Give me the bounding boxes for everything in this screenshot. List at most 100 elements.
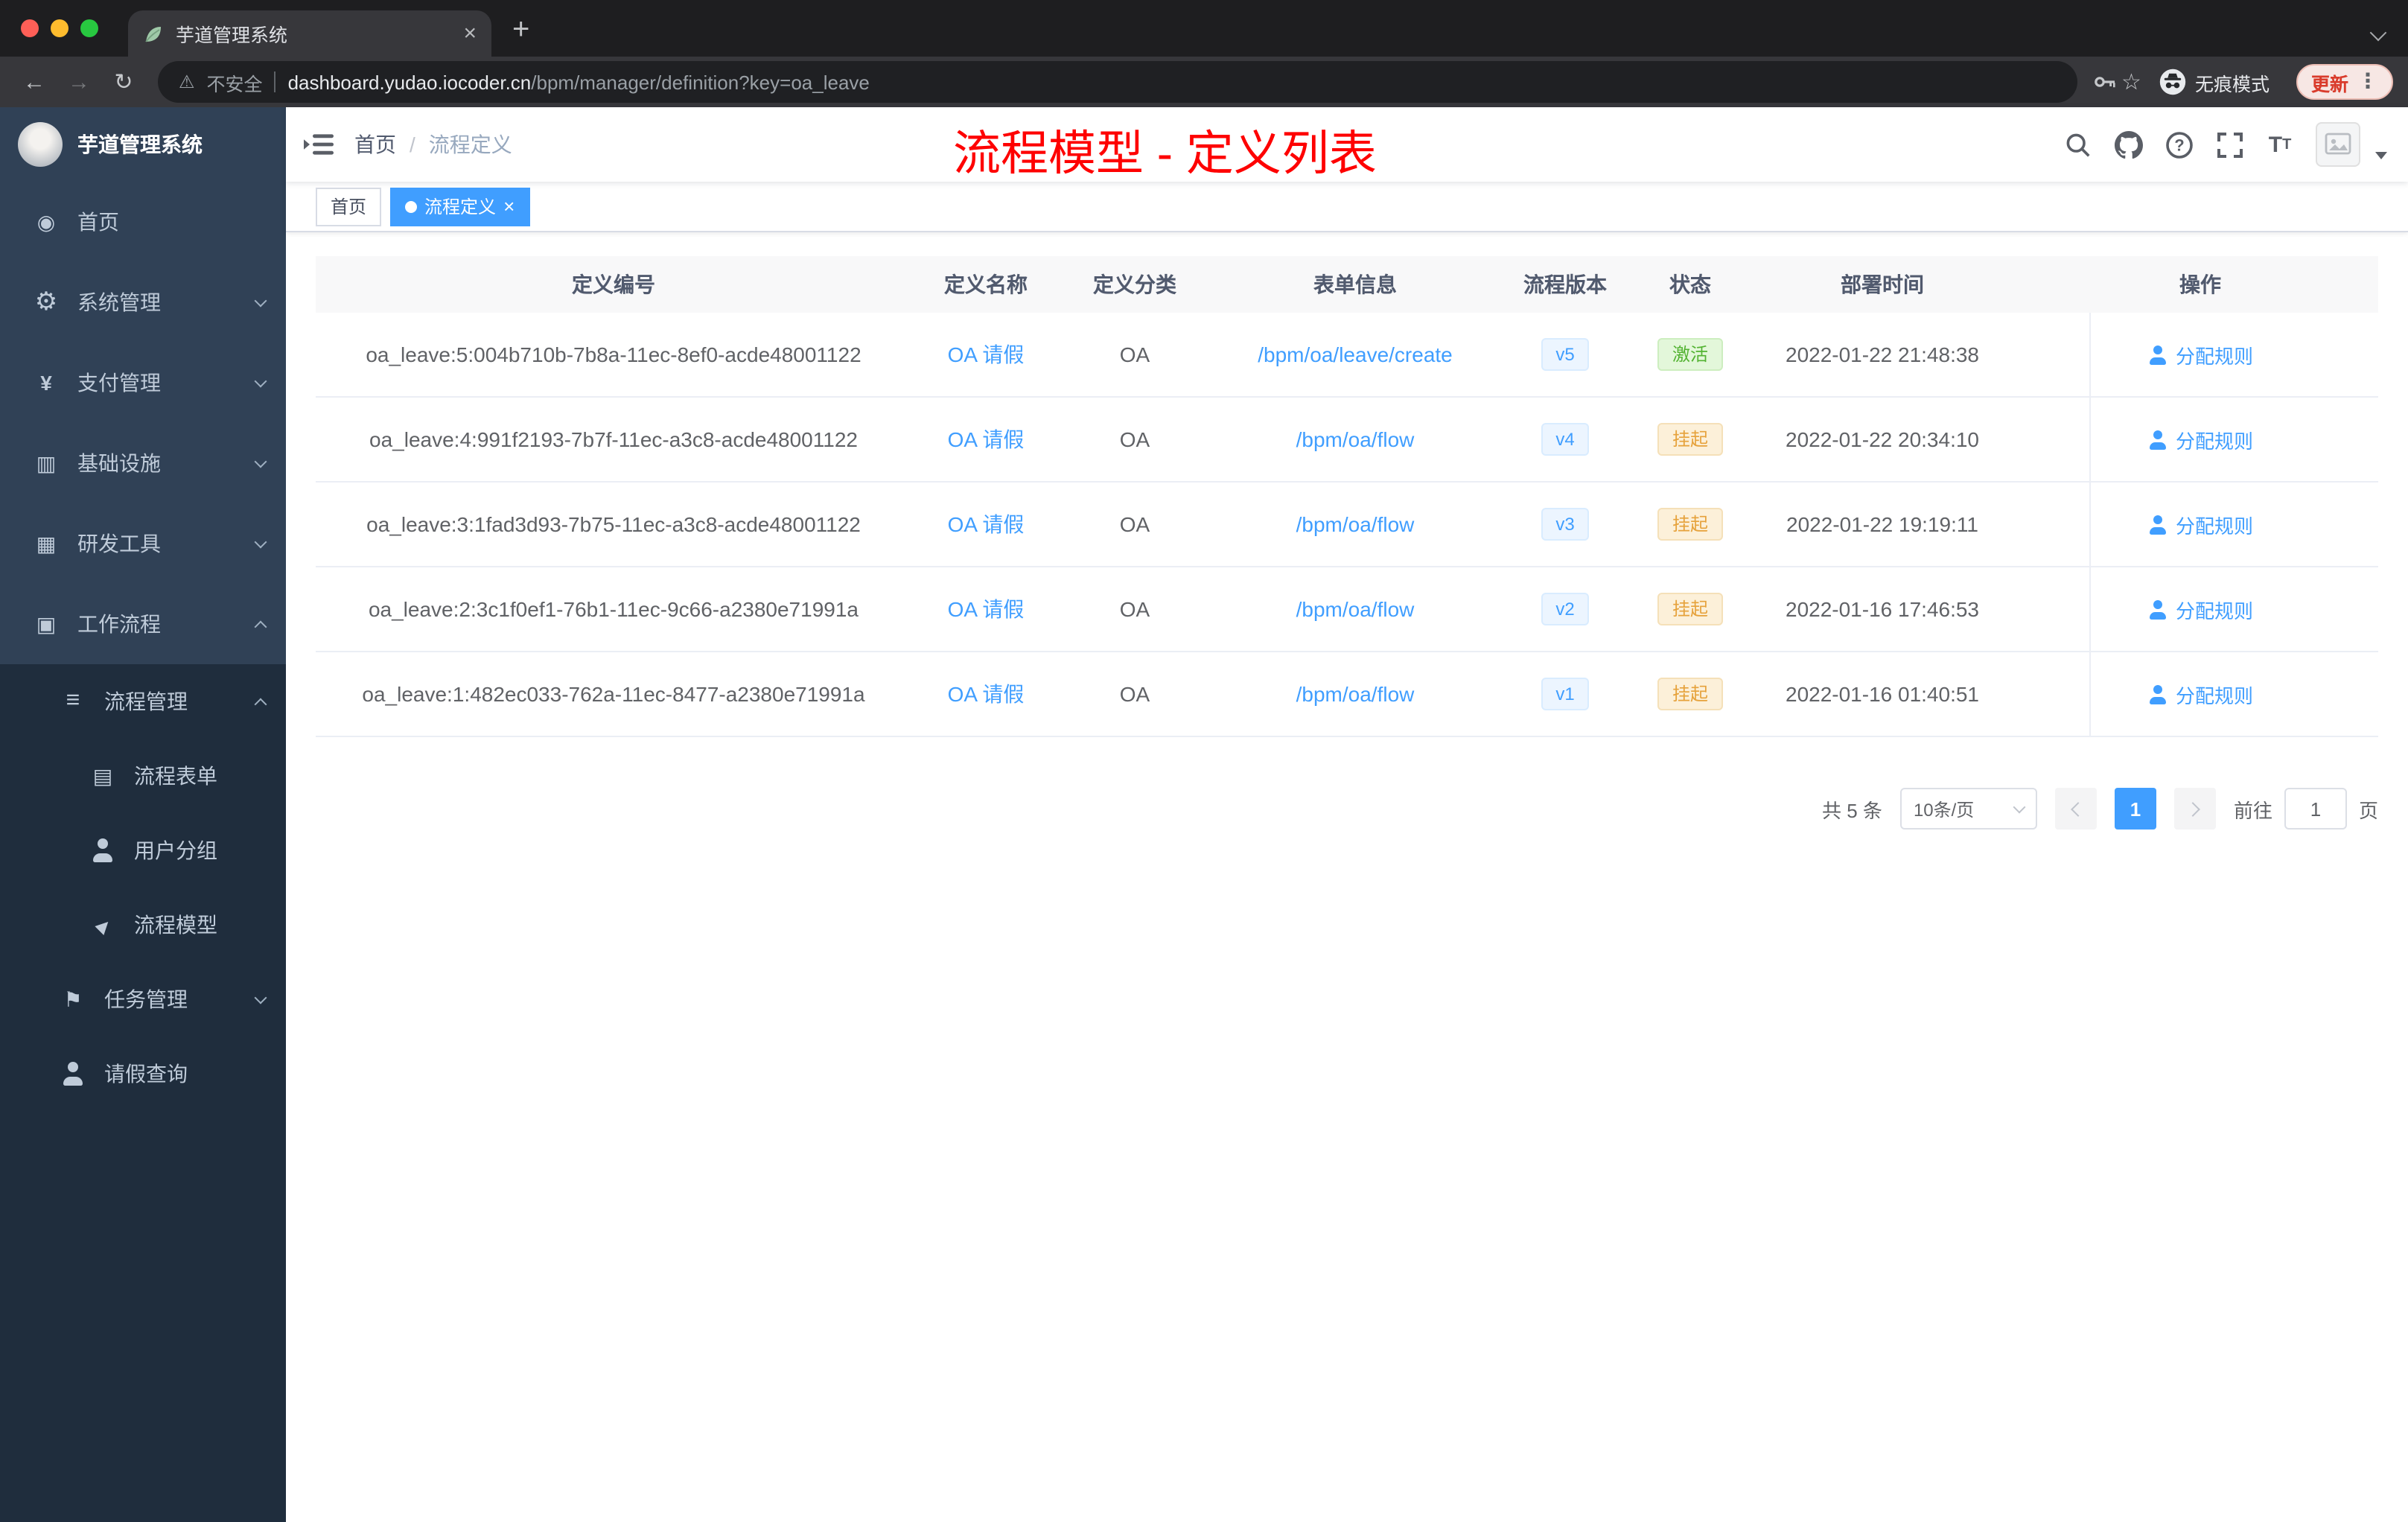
form-link[interactable]: /bpm/oa/flow [1296, 682, 1415, 706]
hamburger-icon[interactable] [286, 131, 354, 158]
sidebar-menu-item[interactable]: 支付管理 [0, 343, 286, 423]
search-icon[interactable] [2063, 130, 2092, 159]
definition-name-link[interactable]: OA 请假 [948, 340, 1025, 369]
form-link[interactable]: /bpm/oa/flow [1296, 512, 1415, 536]
page-number-button[interactable]: 1 [2114, 788, 2156, 830]
goto-page-input[interactable] [2284, 788, 2347, 830]
bookmark-star-icon[interactable] [2121, 69, 2141, 95]
user-icon [2149, 684, 2168, 704]
new-tab-button[interactable] [512, 13, 529, 48]
page-size-select[interactable]: 10条/页 [1899, 788, 2037, 830]
sidebar-menu-item[interactable]: 工作流程 [0, 584, 286, 664]
chevron-icon [254, 293, 267, 307]
sidebar-menu-item[interactable]: 系统管理 [0, 262, 286, 343]
assign-rule-link[interactable]: 分配规则 [2149, 340, 2253, 369]
table-row: oa_leave:2:3c1f0ef1-76b1-11ec-9c66-a2380… [316, 567, 2378, 652]
sidebar-submenu-item[interactable]: 流程表单 [0, 739, 286, 813]
tab-title: 芋道管理系统 [176, 25, 288, 46]
page-size-value: 10条/页 [1913, 799, 1975, 820]
version-tag: v2 [1541, 593, 1590, 625]
tab-search-chevron-icon[interactable] [2369, 24, 2387, 42]
incognito-label: 无痕模式 [2194, 74, 2270, 95]
back-button[interactable] [15, 69, 54, 95]
definition-category: OA [1119, 343, 1150, 366]
table-row: oa_leave:5:004b710b-7b8a-11ec-8ef0-acde4… [316, 313, 2378, 398]
next-page-button[interactable] [2173, 788, 2216, 830]
tab-close-icon[interactable] [463, 21, 477, 46]
sidebar-menu-item[interactable]: 基础设施 [0, 423, 286, 503]
update-button[interactable]: 更新 [2296, 64, 2393, 100]
deploy-time: 2022-01-22 20:34:10 [1786, 427, 1979, 451]
update-label: 更新 [2310, 74, 2348, 95]
sidebar-submenu-item[interactable]: 任务管理 [0, 962, 286, 1037]
address-bar[interactable]: 不安全 dashboard.yudao.iocoder.cn/bpm/manag… [158, 61, 2077, 103]
app-shell: 芋道管理系统 首页 系统管理 [0, 107, 2408, 1522]
sidebar-submenu-item[interactable]: 用户分组 [0, 813, 286, 888]
chevron-icon [254, 990, 267, 1004]
definition-name-link[interactable]: OA 请假 [948, 509, 1025, 539]
goto-page: 前往 页 [2234, 788, 2378, 830]
definition-category: OA [1119, 597, 1150, 621]
definition-name-link[interactable]: OA 请假 [948, 594, 1025, 624]
assign-rule-link[interactable]: 分配规则 [2149, 425, 2253, 453]
form-link[interactable]: /bpm/oa/flow [1296, 597, 1415, 621]
menu-item-label: 用户分组 [134, 838, 217, 862]
column-header: 流程版本 [1523, 273, 1607, 296]
definition-name-link[interactable]: OA 请假 [948, 679, 1025, 709]
url-path: /bpm/manager/definition?key=oa_leave [531, 71, 870, 93]
browser-toolbar: 不安全 dashboard.yudao.iocoder.cn/bpm/manag… [0, 57, 2408, 107]
app-navbar: 首页 / 流程定义 流程模型 - 定义列表 ? [286, 107, 2408, 182]
incognito-badge: 无痕模式 [2147, 68, 2281, 96]
sidebar-submenu-item[interactable]: 流程模型 [0, 888, 286, 962]
chevron-left-icon [2071, 801, 2086, 816]
user-icon [2149, 599, 2168, 619]
github-icon[interactable] [2113, 130, 2143, 159]
tag-active[interactable]: 流程定义 [390, 187, 530, 226]
close-window-button[interactable] [21, 19, 39, 37]
app-title: 芋道管理系统 [77, 133, 203, 156]
assign-rule-link[interactable]: 分配规则 [2149, 680, 2253, 708]
version-tag: v1 [1541, 678, 1590, 710]
avatar-caret-icon[interactable] [2375, 151, 2387, 159]
column-header: 表单信息 [1313, 273, 1397, 296]
zoom-window-button[interactable] [80, 19, 98, 37]
column-header: 定义分类 [1093, 273, 1176, 296]
sidebar-logo[interactable]: 芋道管理系统 [0, 107, 286, 182]
avatar[interactable] [2316, 122, 2360, 167]
browser-window: 芋道管理系统 不安全 dashboard.yudao.iocoder.cn/bp… [0, 0, 2408, 1522]
browser-menu-icon[interactable] [2357, 69, 2378, 95]
menu-item-label: 首页 [77, 210, 119, 234]
font-size-icon[interactable] [2265, 130, 2295, 159]
chevron-icon [254, 620, 267, 634]
reload-button[interactable] [104, 69, 143, 95]
column-header: 状态 [1669, 273, 1711, 296]
total-count: 共 5 条 [1822, 799, 1882, 821]
page-unit-label: 页 [2358, 799, 2378, 821]
key-icon[interactable] [2092, 70, 2115, 94]
assign-rule-link[interactable]: 分配规则 [2149, 595, 2253, 623]
menu-icon [33, 369, 60, 396]
goto-label: 前往 [2233, 799, 2272, 821]
status-badge: 挂起 [1657, 508, 1723, 541]
sidebar-menu-item[interactable]: 首页 [0, 182, 286, 262]
forward-button[interactable] [60, 69, 98, 95]
minimize-window-button[interactable] [51, 19, 69, 37]
tag-home[interactable]: 首页 [316, 187, 382, 226]
assign-rule-label: 分配规则 [2175, 684, 2253, 707]
fullscreen-icon[interactable] [2214, 130, 2244, 159]
form-link[interactable]: /bpm/oa/leave/create [1258, 343, 1453, 366]
definition-name-link[interactable]: OA 请假 [948, 424, 1025, 454]
page-annotation: 流程模型 - 定义列表 [953, 127, 1377, 180]
form-link[interactable]: /bpm/oa/flow [1296, 427, 1415, 451]
browser-tab[interactable]: 芋道管理系统 [128, 10, 491, 57]
sidebar-submenu-item[interactable]: 请假查询 [0, 1037, 286, 1111]
assign-rule-link[interactable]: 分配规则 [2149, 510, 2253, 538]
sidebar-menu-item[interactable]: 研发工具 [0, 503, 286, 584]
breadcrumb-separator: / [410, 133, 415, 156]
prev-page-button[interactable] [2054, 788, 2097, 830]
sidebar-submenu-item[interactable]: 流程管理 [0, 664, 286, 739]
tag-close-icon[interactable] [503, 195, 515, 217]
breadcrumb-home[interactable]: 首页 [354, 130, 396, 159]
table-row: oa_leave:1:482ec033-762a-11ec-8477-a2380… [316, 652, 2378, 737]
help-icon[interactable]: ? [2164, 130, 2194, 159]
